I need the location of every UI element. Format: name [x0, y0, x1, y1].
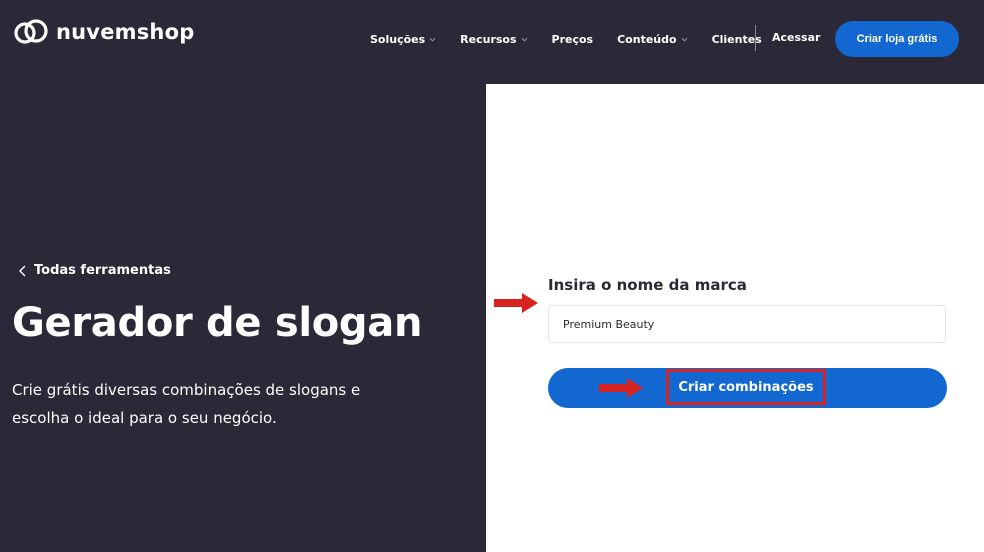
nav-item-label: Recursos	[460, 32, 517, 46]
back-to-tools-link[interactable]: Todas ferramentas	[18, 263, 171, 278]
create-combinations-label: Criar combinações	[678, 379, 814, 395]
login-link[interactable]: Acessar	[772, 31, 820, 44]
main-nav: Soluções Recursos Preços Conteúdo Client…	[370, 0, 786, 78]
back-link-label: Todas ferramentas	[34, 263, 171, 278]
brand-name-input[interactable]	[548, 305, 946, 343]
nav-item-conteudo[interactable]: Conteúdo	[617, 32, 688, 46]
chevron-left-icon	[19, 265, 26, 276]
page-description: Crie grátis diversas combinações de slog…	[12, 381, 361, 427]
page-title: Gerador de slogan	[12, 300, 423, 346]
red-arrow-icon	[494, 293, 538, 313]
brand-name: nuvemshop	[56, 20, 195, 44]
chevron-down-icon	[521, 37, 528, 42]
chevron-down-icon	[681, 37, 688, 42]
red-highlight-box: Criar combinações	[666, 369, 826, 405]
nav-item-precos[interactable]: Preços	[552, 33, 594, 46]
red-arrow-icon	[599, 378, 643, 398]
chevron-down-icon	[429, 37, 436, 42]
nav-item-solucoes[interactable]: Soluções	[370, 33, 436, 46]
brand-logo[interactable]: nuvemshop	[12, 18, 194, 46]
cloud-rings-logo-icon	[14, 19, 48, 44]
nav-item-recursos[interactable]: Recursos	[460, 32, 528, 46]
nav-item-label: Conteúdo	[617, 32, 677, 46]
nav-item-label: Soluções	[370, 32, 426, 46]
top-navigation-bar: nuvemshop Soluções Recursos Preços Conte…	[0, 0, 984, 84]
nav-item-label: Preços	[551, 32, 594, 46]
brand-name-label: Insira o nome da marca	[548, 276, 747, 294]
create-store-button[interactable]: Criar loja grátis	[835, 21, 959, 57]
nav-divider	[755, 25, 756, 51]
